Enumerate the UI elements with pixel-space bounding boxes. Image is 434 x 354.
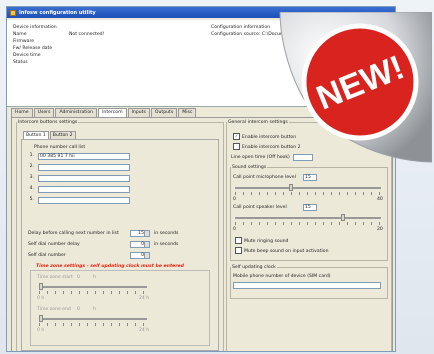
mute-beep-checkbox[interactable]: Mute beep sound on input activation <box>235 247 329 254</box>
time-zone-title: Time zone settings - self updating clock… <box>36 264 184 269</box>
mic-scale-max: 40 <box>377 197 383 202</box>
tz-start-unit: h <box>93 275 96 280</box>
tz-end-ticks <box>39 323 147 326</box>
device-info-header: Device information <box>13 25 57 30</box>
tab-misc[interactable]: Misc <box>178 108 197 117</box>
delay-spinner[interactable]: 15 <box>130 230 150 237</box>
tz-end-value: 0 <box>77 307 80 312</box>
clock-phone-label: Mobile phone number of device (SIM card) <box>233 274 331 279</box>
phone-list-label: Phone number call list <box>34 145 86 150</box>
self-dial-delay-label: Self dial number delay <box>28 242 80 247</box>
device-name-row: Name Not connected! <box>13 32 105 37</box>
tz-end-slider-track[interactable] <box>39 318 147 320</box>
intercom-buttons-legend: Intercom buttons settings <box>18 120 78 125</box>
phone-index-4: 4. <box>29 186 34 191</box>
tab-users[interactable]: Users <box>33 108 55 117</box>
speaker-level-slider-track[interactable] <box>235 217 381 219</box>
firmware-row: Firmware <box>13 39 35 44</box>
button-1-panel: Phone number call list 1. 00 385 91 7 hi… <box>21 139 219 351</box>
device-time-row: Device time <box>13 53 41 58</box>
tz-start-scale-min: 0 h <box>37 296 45 301</box>
phone-index-5: 5. <box>29 197 34 202</box>
self-updating-clock-group: Self updating clock Mobile phone number … <box>230 265 388 299</box>
window-title: Infosw configuration utility <box>19 9 96 16</box>
tab-home[interactable]: Home <box>11 108 33 117</box>
tz-end-label: Time zone end <box>37 307 71 312</box>
subtab-button-2[interactable]: Button 2 <box>49 131 76 139</box>
delay-unit: in seconds <box>154 231 179 236</box>
tab-inputs[interactable]: Inputs <box>127 108 150 117</box>
tz-start-slider-thumb[interactable] <box>39 283 43 290</box>
tz-end-scale-max: 24 h <box>139 328 150 333</box>
new-sticker-badge: NEW! <box>279 12 432 163</box>
phone-number-1-input[interactable]: 00 385 91 7 hii <box>38 153 130 160</box>
speaker-level-ticks <box>235 222 381 225</box>
mic-level-slider-thumb[interactable] <box>289 184 293 191</box>
clock-phone-input[interactable] <box>233 282 381 289</box>
device-info: Device information Name Not connected! Fi… <box>13 24 104 66</box>
release-date-row: Fw/ Release date <box>13 46 53 51</box>
mic-scale-min: 0 <box>233 197 236 202</box>
tz-start-slider-track[interactable] <box>39 286 147 288</box>
phone-index-1: 1. <box>29 153 34 158</box>
phone-number-3-input[interactable] <box>38 175 130 182</box>
tz-start-value: 0 <box>77 275 80 280</box>
speaker-level-slider-thumb[interactable] <box>341 214 345 221</box>
tab-outputs[interactable]: Outputs <box>150 108 178 117</box>
speaker-scale-min: 0 <box>233 227 236 232</box>
self-dial-number-spinner[interactable]: 0 <box>130 252 150 259</box>
speaker-level-value[interactable]: 15 <box>303 204 317 211</box>
self-dial-delay-spinner[interactable]: 0 <box>130 241 150 248</box>
speaker-scale-max: 20 <box>377 227 383 232</box>
device-name-value: Not connected! <box>69 32 105 37</box>
tab-administration[interactable]: Administration <box>55 108 98 117</box>
tz-start-label: Time zone start <box>37 275 73 280</box>
time-zone-group: Time zone start 0 h 0 h 24 h Time zone e… <box>30 270 210 346</box>
self-updating-clock-legend: Self updating clock <box>232 265 276 270</box>
tz-start-scale-max: 24 h <box>139 296 150 301</box>
app-icon <box>10 9 16 16</box>
checkmark-icon: ✓ <box>233 133 240 140</box>
tz-start-ticks <box>39 291 147 294</box>
phone-number-5-input[interactable] <box>38 197 130 204</box>
subtab-button-1[interactable]: Button 1 <box>23 131 49 139</box>
tz-end-slider-thumb[interactable] <box>39 315 43 322</box>
tz-end-unit: h <box>93 307 96 312</box>
tz-end-scale-min: 0 h <box>37 328 45 333</box>
button-subtabs: Button 1 Button 2 <box>23 131 77 139</box>
mute-ringing-checkbox[interactable]: Mute ringing sound <box>235 237 288 244</box>
delay-label: Delay before calling next number in list <box>28 231 119 236</box>
intercom-buttons-group: Intercom buttons settings Button 1 Butto… <box>16 120 224 351</box>
phone-index-2: 2. <box>29 164 34 169</box>
status-row: Status <box>13 60 28 65</box>
mic-level-slider-track[interactable] <box>235 187 381 189</box>
self-dial-number-label: Self dial number <box>28 253 66 258</box>
phone-number-4-input[interactable] <box>38 186 130 193</box>
mic-level-ticks <box>235 192 381 195</box>
phone-number-2-input[interactable] <box>38 164 130 171</box>
speaker-level-label: Call point speaker level <box>233 205 287 210</box>
phone-index-3: 3. <box>29 175 34 180</box>
self-dial-delay-unit: in seconds <box>154 242 179 247</box>
